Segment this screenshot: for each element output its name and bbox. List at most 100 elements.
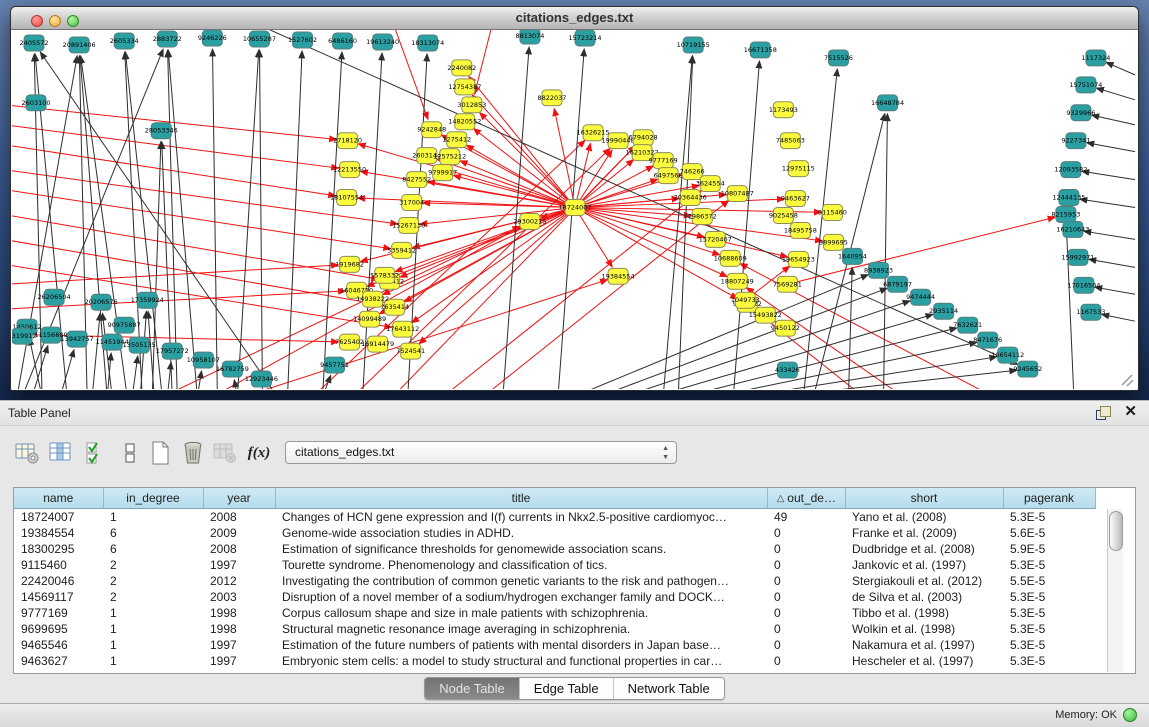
graph-edge[interactable]: [573, 275, 868, 389]
graph-edge[interactable]: [683, 328, 957, 389]
table-row[interactable]: 977716911998Corpus callosum shape and si…: [14, 605, 1095, 621]
graph-node[interactable]: 8427552: [402, 172, 431, 188]
graph-node[interactable]: 19613240: [366, 34, 399, 50]
column-header-year[interactable]: year: [203, 488, 275, 509]
graph-edge[interactable]: [473, 129, 575, 208]
graph-node[interactable]: 15992971: [1061, 249, 1094, 265]
graph-node[interactable]: 9777169: [649, 153, 678, 169]
graph-node[interactable]: 16671358: [744, 42, 777, 58]
graph-node[interactable]: 6486160: [328, 33, 357, 49]
graph-edge[interactable]: [92, 313, 100, 389]
graph-node[interactable]: 18107554: [330, 190, 363, 206]
select-rows-icon[interactable]: [84, 440, 110, 466]
graph-edge[interactable]: [358, 198, 575, 207]
graph-edge[interactable]: [260, 50, 263, 389]
graph-node[interactable]: 1919682: [335, 256, 364, 272]
graph-node[interactable]: 7515526: [824, 50, 853, 66]
network-canvas[interactable]: 1872400792428482603144842755231700415267…: [12, 30, 1137, 389]
table-settings-icon[interactable]: [14, 440, 40, 466]
graph-node[interactable]: 9245652: [1013, 361, 1042, 377]
graph-node[interactable]: 9115460: [818, 205, 847, 221]
show-columns-icon[interactable]: [48, 440, 74, 466]
graph-node[interactable]: 1640954: [838, 248, 867, 264]
graph-edge[interactable]: [1096, 88, 1135, 100]
table-scrollbar-thumb[interactable]: [1109, 511, 1123, 551]
graph-edge[interactable]: [1084, 231, 1135, 239]
citation-network-graph[interactable]: 1872400792428482603144842755231700415267…: [12, 30, 1137, 389]
graph-edge[interactable]: [287, 51, 302, 389]
graph-edge[interactable]: [212, 227, 520, 389]
graph-node[interactable]: 9899695: [819, 234, 848, 250]
graph-node[interactable]: 12754387: [448, 79, 481, 95]
graph-node[interactable]: 2883722: [153, 31, 182, 47]
memory-status-icon[interactable]: [1123, 708, 1137, 722]
graph-node[interactable]: 17359924: [131, 292, 164, 308]
graph-node[interactable]: 433426: [775, 362, 800, 378]
graph-node[interactable]: 5578332: [370, 267, 399, 283]
graph-node[interactable]: 1049733: [731, 292, 760, 308]
graph-node[interactable]: 7625402: [335, 334, 364, 350]
graph-edge[interactable]: [12, 214, 379, 279]
graph-edge[interactable]: [472, 95, 575, 208]
graph-node[interactable]: 8938923: [864, 262, 893, 278]
graph-edge[interactable]: [60, 350, 74, 389]
graph-node[interactable]: 19384554: [602, 268, 635, 284]
graph-node[interactable]: 9329966: [1066, 105, 1095, 121]
graph-node[interactable]: 12923446: [245, 371, 278, 387]
delete-attributes-icon[interactable]: [180, 440, 206, 466]
graph-node[interactable]: 9450122: [771, 320, 800, 336]
graph-edge[interactable]: [1089, 259, 1135, 267]
graph-node[interactable]: 19654923: [782, 251, 815, 267]
graph-node[interactable]: 1275412: [442, 132, 471, 148]
graph-node[interactable]: 317004: [399, 195, 424, 211]
graph-edge[interactable]: [167, 362, 171, 389]
graph-node[interactable]: 12213550: [333, 162, 366, 178]
graph-edge[interactable]: [1095, 287, 1135, 294]
graph-node[interactable]: 15751074: [1069, 77, 1102, 93]
graph-node[interactable]: 8822037: [537, 90, 566, 106]
graph-node[interactable]: 10654112: [991, 347, 1024, 363]
graph-node[interactable]: 9799917: [428, 165, 457, 181]
graph-edge[interactable]: [848, 267, 852, 389]
tab-network-table[interactable]: Network Table: [614, 678, 724, 699]
table-row[interactable]: 2242004622012Investigating the contribut…: [14, 573, 1095, 589]
graph-node[interactable]: 5359412: [387, 242, 416, 258]
graph-edge[interactable]: [1092, 115, 1135, 125]
graph-node[interactable]: 10655287: [243, 31, 276, 47]
graph-edge[interactable]: [419, 208, 575, 344]
graph-edge[interactable]: [1082, 171, 1135, 179]
graph-node[interactable]: 12093582: [1054, 162, 1087, 178]
graph-edge[interactable]: [242, 280, 607, 389]
network-window[interactable]: citations_edges.txt 18724007924284826031…: [10, 6, 1139, 391]
graph-edge[interactable]: [12, 265, 339, 284]
new-table-icon[interactable]: [148, 440, 174, 466]
graph-node[interactable]: 2935114: [929, 303, 958, 319]
graph-node[interactable]: 1527602: [288, 32, 317, 48]
graph-edge[interactable]: [575, 150, 612, 208]
graph-node[interactable]: 10719155: [677, 37, 710, 53]
graph-edge[interactable]: [1102, 314, 1135, 321]
graph-node[interactable]: 28053346: [145, 123, 178, 139]
graph-node[interactable]: 1117324: [1081, 50, 1110, 66]
graph-node[interactable]: 2718120: [333, 133, 362, 149]
graph-edge[interactable]: [437, 159, 575, 207]
graph-node[interactable]: 9474444: [906, 289, 935, 305]
graph-node[interactable]: 14820552: [448, 114, 481, 130]
graph-node[interactable]: 17016504: [1067, 277, 1100, 293]
graph-node[interactable]: 15723214: [568, 30, 601, 46]
graph-edge[interactable]: [884, 114, 888, 389]
graph-node[interactable]: 7632621: [953, 317, 982, 333]
table-row[interactable]: 1456911722003Disruption of a novel membe…: [14, 589, 1095, 605]
function-builder-icon[interactable]: f(x): [246, 440, 272, 466]
table-row[interactable]: 969969511998Structural magnetic resonanc…: [14, 621, 1095, 637]
graph-node[interactable]: 9457751: [320, 357, 349, 373]
graph-node[interactable]: 16648784: [871, 95, 904, 111]
graph-node[interactable]: 20206576: [85, 294, 118, 310]
graph-edge[interactable]: [733, 61, 759, 389]
tab-node-table[interactable]: Node Table: [425, 678, 520, 699]
table-row[interactable]: 1938455462009Genome-wide association stu…: [14, 525, 1095, 541]
graph-node[interactable]: 2603100: [22, 95, 51, 111]
graph-node[interactable]: 20891406: [63, 37, 96, 53]
column-header-in_degree[interactable]: in_degree: [103, 488, 203, 509]
table-row[interactable]: 1830029562008Estimation of significance …: [14, 541, 1095, 557]
